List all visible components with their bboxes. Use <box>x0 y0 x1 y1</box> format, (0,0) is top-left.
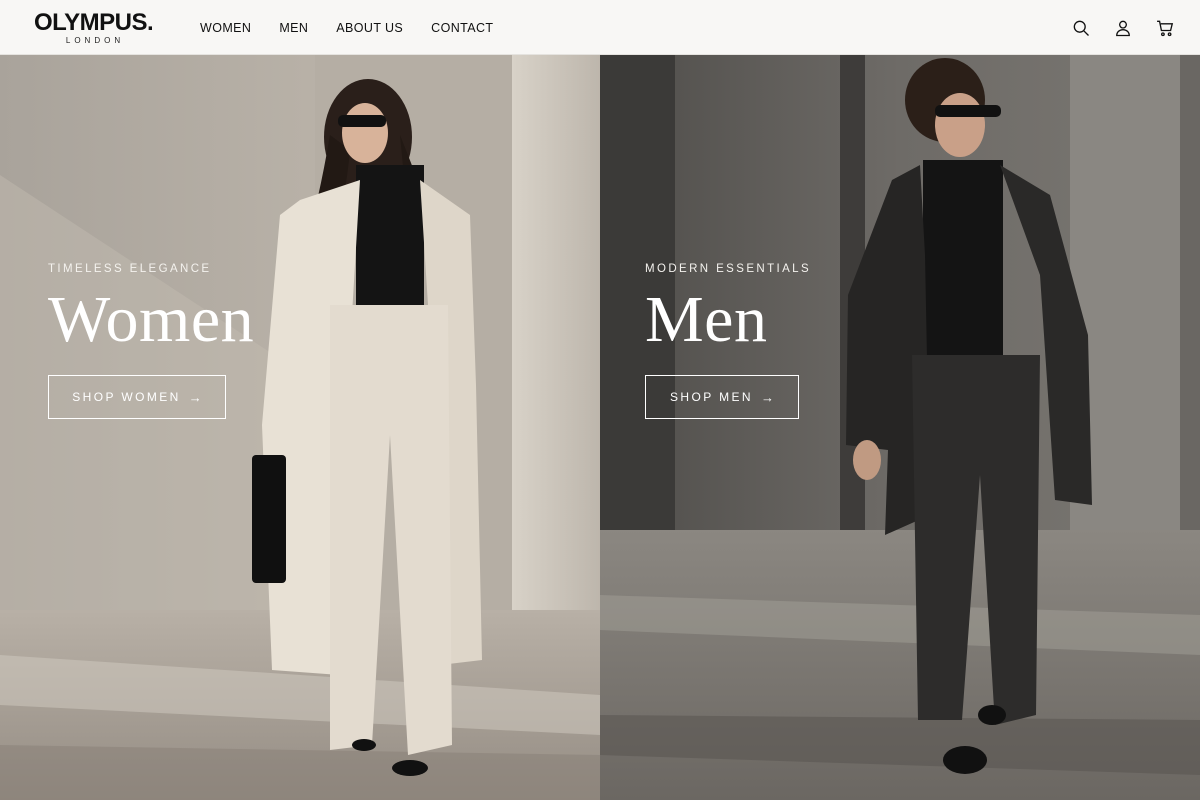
header-actions <box>1050 0 1176 55</box>
shop-men-label: SHOP MEN <box>670 390 753 404</box>
main-nav: WOMEN MEN ABOUT US CONTACT <box>200 0 521 55</box>
men-hero-image <box>600 55 1200 800</box>
men-hero-copy: MODERN ESSENTIALS Men SHOP MEN → <box>645 263 811 419</box>
search-icon[interactable] <box>1070 17 1092 39</box>
nav-item-about-us[interactable]: ABOUT US <box>336 21 403 35</box>
arrow-right-icon: → <box>761 389 774 405</box>
brand-name: OLYMPUS. <box>34 9 154 36</box>
shop-men-button[interactable]: SHOP MEN → <box>645 375 799 419</box>
women-hero-copy: TIMELESS ELEGANCE Women SHOP WOMEN → <box>48 263 254 419</box>
account-icon[interactable] <box>1112 17 1134 39</box>
arrow-right-icon: → <box>188 389 202 405</box>
nav-item-men[interactable]: MEN <box>279 21 308 35</box>
brand-tagline: LONDON <box>65 36 125 45</box>
shop-women-button[interactable]: SHOP WOMEN → <box>48 375 226 419</box>
cart-icon[interactable] <box>1154 17 1176 39</box>
site-header: OLYMPUS. LONDON WOMEN MEN ABOUT US CONTA… <box>0 0 1200 55</box>
men-headline: Men <box>645 283 768 356</box>
hero-men[interactable]: MODERN ESSENTIALS Men SHOP MEN → <box>600 55 1200 800</box>
shop-women-label: SHOP WOMEN <box>72 390 181 404</box>
brand-logo[interactable]: OLYMPUS. LONDON <box>34 9 154 46</box>
nav-item-contact[interactable]: CONTACT <box>431 21 493 35</box>
nav-item-women[interactable]: WOMEN <box>200 21 251 35</box>
men-eyebrow: MODERN ESSENTIALS <box>645 263 812 275</box>
women-hero-image <box>0 55 600 800</box>
women-eyebrow: TIMELESS ELEGANCE <box>48 263 212 275</box>
women-headline: Women <box>48 283 255 356</box>
hero-women[interactable]: TIMELESS ELEGANCE Women SHOP WOMEN → <box>0 55 600 800</box>
